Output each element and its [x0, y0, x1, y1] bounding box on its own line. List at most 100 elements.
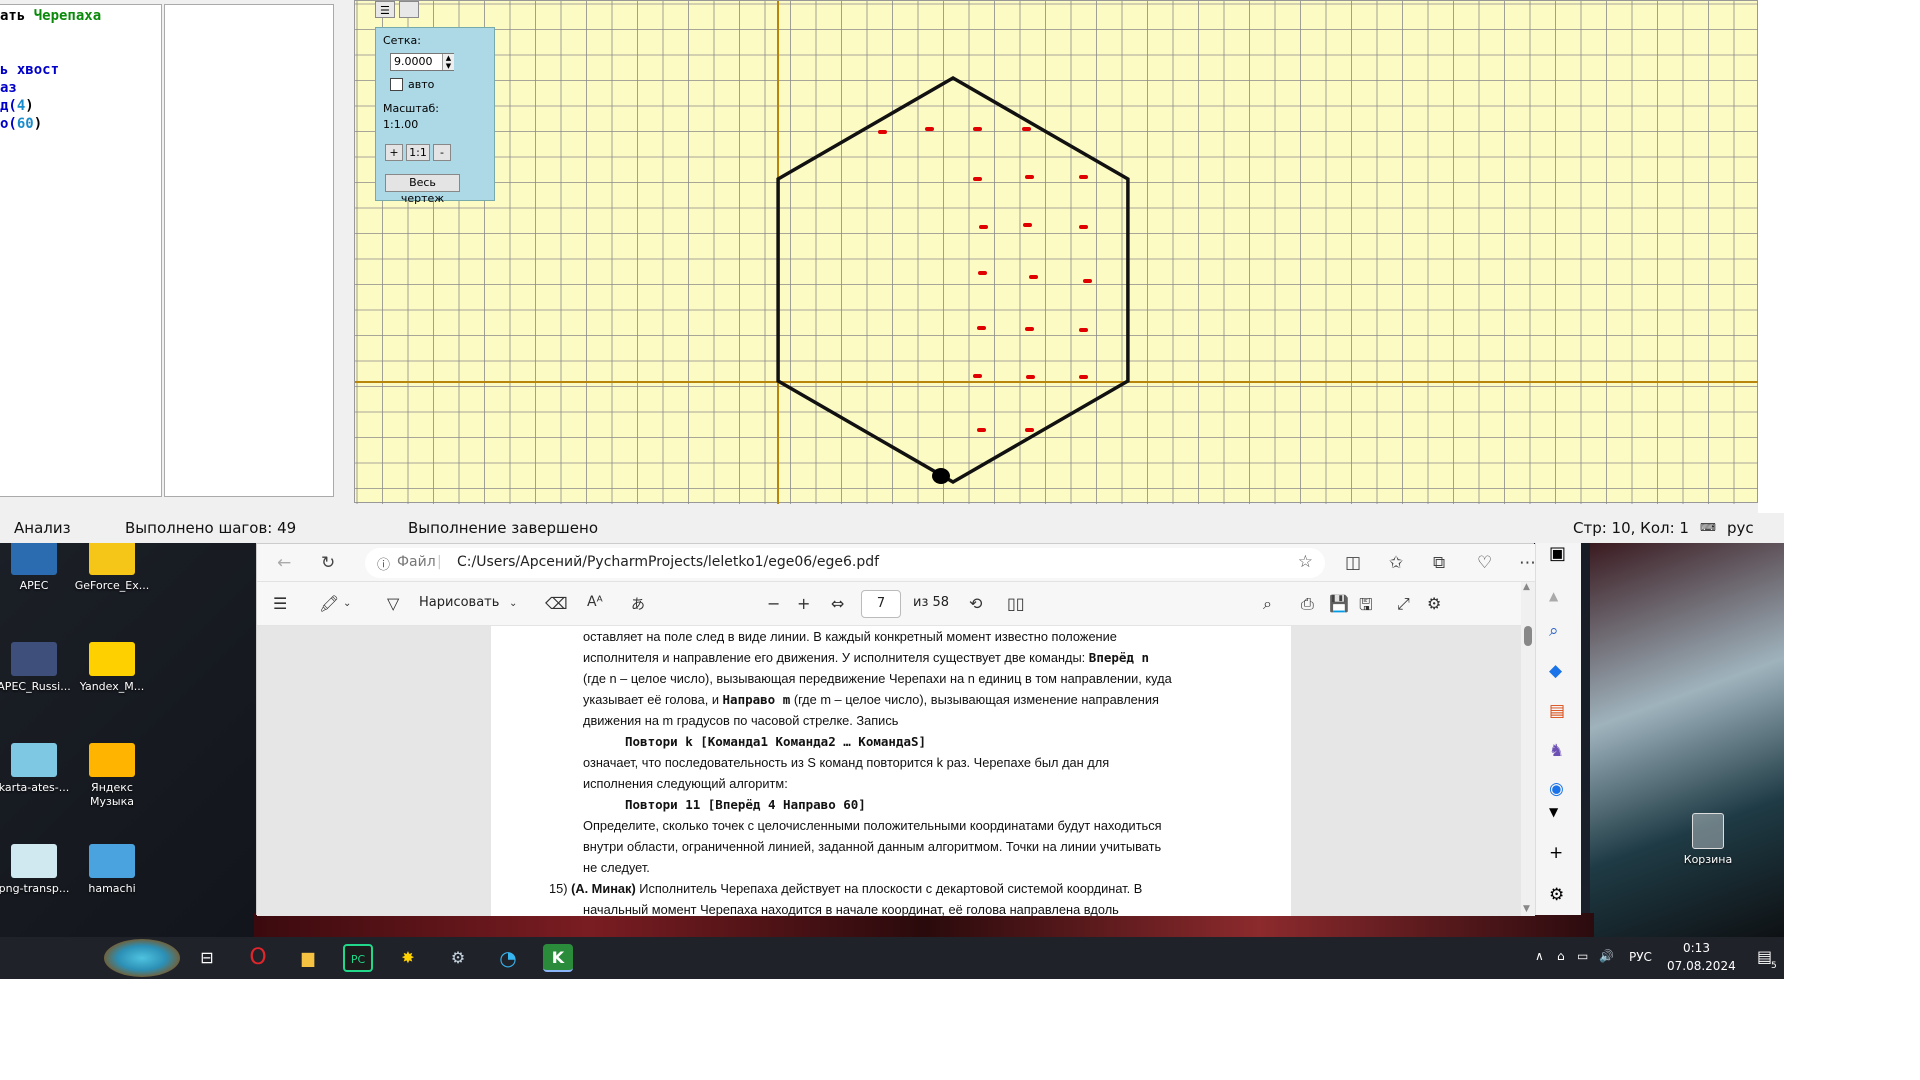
save-icon[interactable]: 💾 — [1329, 594, 1349, 613]
eraser-icon[interactable]: ⌫ — [545, 594, 568, 613]
scroll-down-icon[interactable]: ▼ — [1549, 805, 1558, 819]
auto-checkbox[interactable] — [390, 78, 403, 91]
add-icon[interactable]: + — [1549, 843, 1563, 863]
code-line[interactable]: ь хвост — [0, 62, 59, 78]
desktop-icon[interactable]: GeForce_Ex... — [72, 543, 152, 593]
edge-icon[interactable]: ◔ — [493, 944, 523, 972]
search-icon[interactable]: ⌕ — [1549, 621, 1559, 641]
sidebar-toggle-icon[interactable]: ▣ — [1549, 543, 1566, 564]
red-mark — [1029, 275, 1038, 279]
zoom-in-button[interactable]: + — [385, 144, 403, 161]
info-icon[interactable]: ⓘ — [377, 554, 390, 573]
pdf-text-line: оставляет на поле след в виде линии. В к… — [583, 629, 1117, 644]
page-view-icon[interactable]: ▯▯ — [1007, 594, 1025, 613]
settings-icon[interactable]: ⚙ — [1549, 885, 1564, 905]
desktop-icon[interactable]: karta-ates-... — [0, 743, 74, 795]
code-line[interactable]: аз — [0, 80, 17, 96]
games-icon[interactable]: ♞ — [1549, 741, 1564, 761]
recycle-bin[interactable]: Корзина — [1668, 813, 1748, 867]
code-token: Черепаха — [33, 8, 102, 24]
favorites-icon[interactable]: ✩ — [1389, 553, 1403, 573]
refresh-icon[interactable]: ↻ — [321, 553, 335, 573]
read-aloud-icon[interactable]: Aᴬ — [587, 594, 603, 610]
scrollbar-thumb[interactable] — [1524, 626, 1532, 646]
red-mark — [973, 177, 982, 181]
highlight-icon[interactable]: 🖍 — [319, 594, 339, 613]
print-icon[interactable]: ⎙ — [1301, 594, 1314, 614]
zoom-reset-button[interactable]: 1:1 — [406, 144, 430, 161]
task-view-icon[interactable]: ⊟ — [192, 944, 222, 972]
tools-icon[interactable]: ▤ — [1549, 701, 1565, 721]
pdf-text: Повтори k [Команда1 Команда2 … КомандаS] — [625, 734, 927, 749]
page-number-input[interactable]: 7 — [861, 590, 901, 618]
code-line[interactable]: ать Черепаха — [0, 8, 101, 24]
collections-icon[interactable]: ⧉ — [1433, 553, 1445, 573]
opera-icon[interactable]: O — [243, 944, 273, 972]
settings-icon[interactable]: ⚙ — [1427, 594, 1441, 613]
battery-icon[interactable]: ⌂ — [1557, 949, 1565, 963]
more-icon[interactable]: ⋯ — [1519, 553, 1536, 573]
save-as-icon[interactable]: 🖫 — [1359, 594, 1373, 621]
clock-date[interactable]: 07.08.2024 — [1667, 959, 1736, 973]
blank-button[interactable] — [399, 1, 419, 18]
fit-width-icon[interactable]: ⇔ — [831, 594, 844, 613]
code-token: ать — [0, 8, 34, 24]
desktop-icon-label: png-transp... — [0, 882, 70, 895]
desktop-icon[interactable]: APEC_Russi... — [0, 642, 74, 694]
code-line[interactable]: о(60) — [0, 116, 42, 132]
desktop-icon[interactable]: hamachi — [72, 844, 152, 896]
start-button-island-icon[interactable] — [104, 939, 180, 977]
desktop-icon[interactable]: APEC — [0, 543, 74, 593]
code-token: д( — [0, 98, 17, 114]
menu-icon[interactable]: ☰ — [375, 1, 395, 18]
show-hidden-icon[interactable]: ∧ — [1535, 949, 1544, 963]
recycle-bin-label: Корзина — [1683, 853, 1733, 866]
draw-label[interactable]: Нарисовать — [419, 595, 499, 610]
scrollbar[interactable]: ▲ ▼ — [1521, 582, 1535, 916]
pdf-text: Исполнитель Черепаха действует на плоско… — [635, 881, 1143, 896]
fullscreen-icon[interactable]: ⤢ — [1397, 594, 1410, 614]
pycharm-icon[interactable]: PC — [343, 944, 373, 972]
code-editor[interactable]: ать Черепаха ь хвост аз д(4) о(60) — [0, 4, 162, 497]
status-lang: рус — [1727, 519, 1754, 537]
search-icon[interactable]: ⌕ — [1263, 594, 1272, 614]
zoom-out-button[interactable]: - — [433, 144, 451, 161]
draw-icon[interactable]: ▽ — [387, 594, 399, 613]
desktop-icon[interactable]: Yandex_M... — [72, 642, 152, 694]
chevron-down-icon[interactable]: ⌄ — [509, 598, 517, 609]
desktop-icon[interactable]: png-transp... — [0, 844, 74, 896]
clock-time[interactable]: 0:13 — [1683, 941, 1710, 955]
split-screen-icon[interactable]: ◫ — [1345, 553, 1361, 573]
pdf-text: (А. Минак) — [571, 881, 636, 896]
steam-icon[interactable]: ⚙ — [443, 944, 473, 972]
outlook-icon[interactable]: ◉ — [1549, 779, 1564, 799]
spin-arrows-icon[interactable]: ▲ ▼ — [442, 54, 454, 70]
desktop-icon[interactable]: Яндекс Музыка — [72, 743, 152, 809]
contents-icon[interactable]: ☰ — [273, 594, 287, 613]
notification-icon[interactable]: ▤ — [1757, 947, 1772, 966]
red-mark — [977, 326, 986, 330]
whole-drawing-button[interactable]: Весь чертеж — [385, 174, 460, 205]
yandex-music-icon[interactable]: ✸ — [393, 944, 423, 972]
zoom-in-icon[interactable]: + — [797, 594, 810, 613]
code-line[interactable]: д(4) — [0, 98, 34, 114]
volume-icon[interactable]: 🔊 — [1599, 949, 1614, 963]
zoom-out-icon[interactable]: − — [767, 594, 780, 613]
network-icon[interactable]: ▭ — [1577, 949, 1588, 963]
url-text[interactable]: C:/Users/Арсений/PycharmProjects/leletko… — [457, 554, 879, 570]
favorite-star-icon[interactable]: ☆ — [1298, 552, 1313, 572]
input-language[interactable]: РУС — [1629, 950, 1652, 964]
file-explorer-icon[interactable]: ▆ — [293, 944, 323, 972]
browser-essentials-icon[interactable]: ♡ — [1477, 553, 1492, 573]
url-box[interactable]: ⓘ Файл | C:/Users/Арсений/PycharmProject… — [365, 548, 1325, 578]
kumir-icon[interactable]: K — [543, 944, 573, 972]
turtle-canvas[interactable]: ☰ Сетка: 9.0000 ▲ ▼ авто Масштаб: 1:1.00 … — [354, 0, 1759, 504]
chevron-down-icon[interactable]: ⌄ — [343, 598, 351, 609]
back-icon[interactable]: ← — [277, 553, 291, 573]
pdf-viewer[interactable]: оставляет на поле след в виде линии. В к… — [257, 626, 1523, 916]
translate-icon[interactable]: あ — [631, 594, 645, 614]
rotate-icon[interactable]: ⟲ — [969, 594, 982, 613]
scroll-up-icon[interactable]: ▲ — [1549, 589, 1558, 603]
code-token: о( — [0, 116, 17, 132]
shopping-tag-icon[interactable]: ◆ — [1549, 661, 1562, 681]
